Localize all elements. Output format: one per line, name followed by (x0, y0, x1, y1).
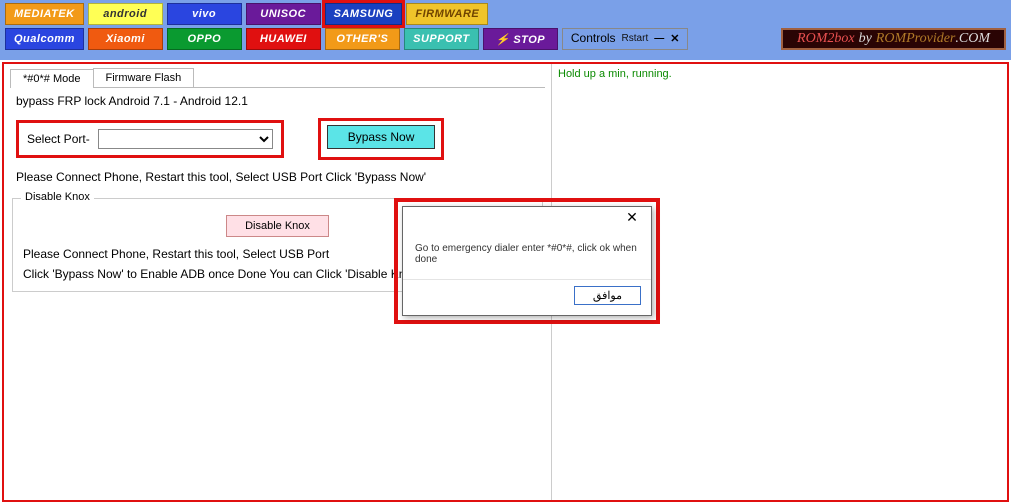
port-label: Select Port- (27, 132, 90, 146)
tab--0-mode[interactable]: *#0*# Mode (10, 69, 94, 88)
brand-btn-oppo[interactable]: OPPO (167, 28, 242, 50)
controls-legend: Controls (571, 31, 616, 45)
brand-btn-samsung[interactable]: SAMSUNG (325, 3, 403, 25)
close-icon[interactable] (670, 32, 679, 45)
brand-btn-mediatek[interactable]: MEDIATEK (5, 3, 84, 25)
tab-firmware-flash[interactable]: Firmware Flash (93, 68, 195, 87)
controls-group: Controls Rstart (562, 28, 689, 50)
brand-btn-xiaomi[interactable]: Xiaomi (88, 28, 163, 50)
port-area-highlight: Select Port- (16, 120, 284, 158)
dialog-close-button[interactable] (617, 209, 647, 229)
banner-provider: ROMProvider (876, 31, 956, 47)
brand-btn-huawei[interactable]: HUAWEI (246, 28, 321, 50)
dialog-highlight: Go to emergency dialer enter *#0*#, clic… (394, 198, 660, 324)
brand-btn-qualcomm[interactable]: Qualcomm (5, 28, 84, 50)
brand-btn--stop[interactable]: ⚡ STOP (483, 28, 558, 50)
banner-com: .COM (955, 31, 990, 47)
port-select[interactable] (98, 129, 273, 149)
tab-strip: *#0*# ModeFirmware Flash (10, 68, 545, 88)
titlebar: MEDIATEKandroidvivoUNISOCSAMSUNGFIRMWARE… (0, 0, 1011, 60)
frp-help-text: Please Connect Phone, Restart this tool,… (16, 170, 539, 184)
banner-brand: ROM2box (797, 31, 855, 47)
dialog-message: Go to emergency dialer enter *#0*#, clic… (403, 231, 651, 279)
restart-label[interactable]: Rstart (622, 33, 649, 44)
disable-knox-button[interactable]: Disable Knox (226, 215, 329, 237)
brand-btn-android[interactable]: android (88, 3, 163, 25)
knox-group-title: Disable Knox (21, 191, 94, 203)
bypass-button-highlight: Bypass Now (318, 118, 445, 160)
close-icon (626, 209, 638, 225)
brand-row-2: QualcommXiaomiOPPOHUAWEIOTHER'SSUPPORT⚡ … (5, 28, 1006, 50)
banner-by: by (859, 31, 872, 47)
dialog-titlebar (403, 207, 651, 231)
brand-btn-vivo[interactable]: vivo (167, 3, 242, 25)
product-banner: ROM2box by ROMProvider .COM (781, 28, 1006, 50)
brand-btn-unisoc[interactable]: UNISOC (246, 3, 321, 25)
dialog-footer: موافق (403, 279, 651, 315)
port-row: Select Port- Bypass Now (16, 118, 539, 160)
minimize-icon[interactable] (654, 33, 664, 44)
brand-btn-support[interactable]: SUPPORT (404, 28, 479, 50)
bypass-now-button[interactable]: Bypass Now (327, 125, 436, 149)
brand-btn-firmware[interactable]: FIRMWARE (406, 3, 488, 25)
message-dialog: Go to emergency dialer enter *#0*#, clic… (402, 206, 652, 316)
log-status: Hold up a min, running. (558, 68, 1001, 80)
brand-row-1: MEDIATEKandroidvivoUNISOCSAMSUNGFIRMWARE (5, 3, 1006, 25)
dialog-ok-button[interactable]: موافق (574, 286, 641, 305)
brand-btn-other-s[interactable]: OTHER'S (325, 28, 400, 50)
frp-title: bypass FRP lock Android 7.1 - Android 12… (16, 94, 539, 108)
